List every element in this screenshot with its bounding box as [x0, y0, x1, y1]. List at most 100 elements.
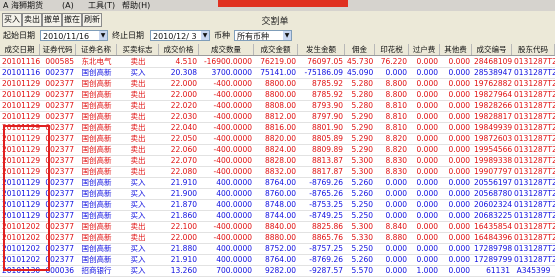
- cell-trade-no: 19849939: [474, 123, 512, 132]
- header-trade-no[interactable]: 成交编号: [472, 44, 512, 55]
- cell-side: 买入: [130, 68, 146, 77]
- header-side[interactable]: 买卖标志: [117, 44, 159, 55]
- cell-amount: 8808.00: [264, 101, 296, 110]
- header-price[interactable]: 成交价格: [159, 44, 199, 55]
- cell-amount: 8800.00: [264, 79, 296, 88]
- currency-select[interactable]: 所有币种 ▼: [234, 30, 292, 41]
- withdraw-button[interactable]: 撤在: [62, 13, 82, 27]
- cell-qty: -400.0000: [213, 233, 253, 242]
- refresh-button[interactable]: 刷新: [82, 13, 102, 27]
- cell-side: 买入: [130, 189, 146, 198]
- chevron-down-icon[interactable]: ▼: [99, 31, 107, 40]
- cell-name: 国创高新: [81, 79, 112, 88]
- cell-code: 002377: [45, 90, 74, 99]
- cell-occur: 8813.87: [311, 156, 343, 165]
- cell-price: 21.910: [170, 178, 197, 187]
- cell-holder: 0131287T2: [514, 189, 555, 198]
- cell-other: 0.000: [448, 233, 470, 242]
- cell-occur: 8817.87: [311, 167, 343, 176]
- cell-side: 卖出: [130, 112, 146, 121]
- cell-fee: 5.330: [351, 233, 373, 242]
- cell-fee: 5.290: [351, 123, 373, 132]
- cell-qty: -400.0000: [213, 222, 253, 231]
- cell-trade-no: 19827964: [474, 90, 512, 99]
- cell-code: 002377: [45, 68, 74, 77]
- cell-side: 卖出: [130, 145, 146, 154]
- cell-occur: 8793.90: [311, 101, 343, 110]
- cell-name: 国创高新: [81, 178, 112, 187]
- cell-trade-no: 19872603: [474, 134, 512, 143]
- chevron-down-icon[interactable]: ▼: [201, 31, 209, 40]
- cell-fee: 5.260: [351, 189, 373, 198]
- header-other[interactable]: 其他费: [440, 44, 472, 55]
- cell-qty: 400.0000: [216, 178, 252, 187]
- table-row[interactable]: 20101130 600036 招商银行 买入 13.260 700.0000 9282.0…: [0, 265, 555, 277]
- chevron-down-icon[interactable]: ▼: [283, 31, 291, 40]
- cell-name: 国创高新: [81, 112, 112, 121]
- cell-other: 0.000: [448, 255, 470, 264]
- cell-code: 002377: [45, 112, 74, 121]
- cell-side: 卖出: [130, 134, 146, 143]
- header-qty[interactable]: 成交数量: [199, 44, 254, 55]
- header-occur[interactable]: 发生金额: [298, 44, 345, 55]
- start-date-picker[interactable]: 2010/11/16 ▼: [40, 30, 108, 41]
- cell-occur: -75186.09: [304, 68, 344, 77]
- cell-date: 20101129: [2, 101, 40, 110]
- menu-item-help[interactable]: 帮助(H): [122, 0, 150, 11]
- cell-transfer: 0.000: [416, 57, 438, 66]
- cell-name: 国创高新: [81, 123, 112, 132]
- menu-item-tools[interactable]: 工具(T): [88, 0, 115, 11]
- cell-stamp: 0.000: [385, 178, 407, 187]
- cell-amount: 8816.00: [264, 123, 296, 132]
- cell-name: 国创高新: [81, 156, 112, 165]
- cell-date: 20101129: [2, 112, 40, 121]
- cell-price: 22.030: [170, 112, 197, 121]
- cell-transfer: 0.000: [416, 123, 438, 132]
- menu-item-app[interactable]: A 海狮期货: [3, 0, 43, 11]
- table-header: 成交日期 证券代码 证券名称 买卖标志 成交价格 成交数量 成交金额 发生金额 …: [0, 44, 555, 56]
- cell-occur: -8765.26: [309, 189, 343, 198]
- header-transfer[interactable]: 过户费: [409, 44, 440, 55]
- trade-table: 成交日期 证券代码 证券名称 买卖标志 成交价格 成交数量 成交金额 发生金额 …: [0, 44, 555, 278]
- header-amount[interactable]: 成交金额: [254, 44, 298, 55]
- cell-transfer: 0.000: [416, 112, 438, 121]
- header-holder[interactable]: 股东代码: [512, 44, 555, 55]
- cell-fee: 5.570: [351, 266, 373, 275]
- cell-fee: 5.250: [351, 244, 373, 253]
- cell-other: 0.000: [448, 156, 470, 165]
- end-date-value: 2010/12/ 3: [153, 32, 197, 41]
- buy-button[interactable]: 买入: [2, 13, 22, 27]
- header-stamp[interactable]: 印花税: [375, 44, 409, 55]
- cell-occur: 8797.90: [311, 112, 343, 121]
- cell-transfer: 0.000: [416, 178, 438, 187]
- header-fee[interactable]: 佣金: [345, 44, 375, 55]
- cell-holder: 0131287T2: [514, 211, 555, 220]
- cell-holder: A345399: [516, 266, 551, 275]
- cell-fee: 5.260: [351, 178, 373, 187]
- page-title: 交割单: [261, 17, 289, 27]
- cell-other: 0.000: [448, 222, 470, 231]
- cell-price: 21.910: [170, 255, 197, 264]
- cell-amount: 8824.00: [264, 145, 296, 154]
- cell-trade-no: 19989338: [474, 156, 512, 165]
- cell-occur: 8785.92: [311, 79, 343, 88]
- header-code[interactable]: 证券代码: [40, 44, 76, 55]
- cancel-order-button[interactable]: 撤单: [42, 13, 62, 27]
- header-name[interactable]: 证券名称: [76, 44, 117, 55]
- header-date[interactable]: 成交日期: [0, 44, 40, 55]
- menu-item-a[interactable]: (A): [62, 0, 74, 11]
- cell-occur: -8749.25: [309, 211, 343, 220]
- cell-side: 买入: [130, 255, 146, 264]
- cell-stamp: 8.810: [385, 112, 407, 121]
- cell-transfer: 0.000: [416, 134, 438, 143]
- cell-qty: -400.0000: [213, 112, 253, 121]
- cell-qty: -400.0000: [213, 101, 253, 110]
- cell-other: 0.000: [448, 79, 470, 88]
- cell-stamp: 0.000: [385, 189, 407, 198]
- cell-transfer: 0.000: [416, 211, 438, 220]
- sell-button[interactable]: 卖出: [22, 13, 42, 27]
- cell-trade-no: 28468109: [474, 57, 512, 66]
- end-date-picker[interactable]: 2010/12/ 3 ▼: [150, 30, 210, 41]
- cell-name: 国创高新: [81, 101, 112, 110]
- cell-side: 卖出: [130, 156, 146, 165]
